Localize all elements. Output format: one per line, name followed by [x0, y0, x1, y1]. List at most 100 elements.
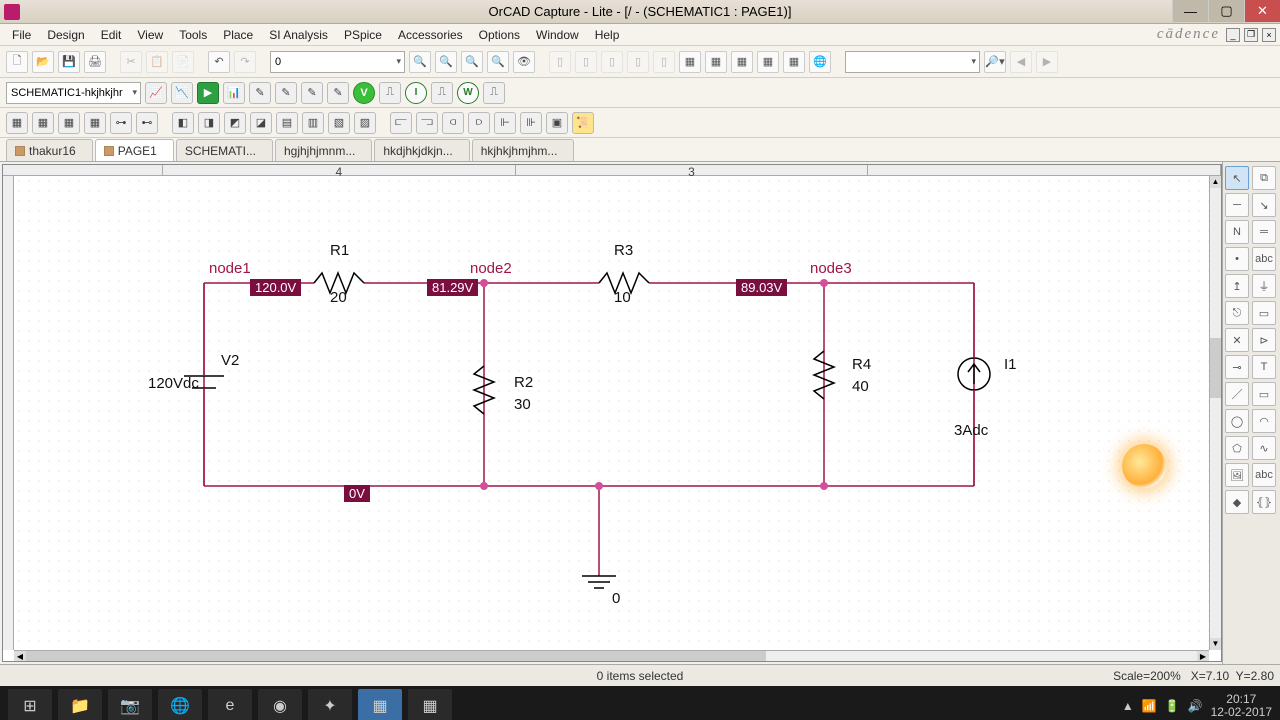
voltage-badge-gnd[interactable]: 0V	[344, 485, 370, 502]
dt3[interactable]: ▦	[58, 112, 80, 134]
place-busentry-button[interactable]: abc	[1252, 247, 1276, 271]
mdi-restore-button[interactable]: ❐	[1244, 28, 1258, 42]
horizontal-scrollbar[interactable]: ◀ ▶	[14, 650, 1209, 661]
menu-accessories[interactable]: Accessories	[390, 26, 471, 44]
bias-w2-button[interactable]: ⎍	[483, 82, 505, 104]
voltage-badge-node3[interactable]: 89.03V	[736, 279, 787, 296]
run-button[interactable]: ▶	[197, 82, 219, 104]
tab-hgj[interactable]: hgjhjhjmnm...	[275, 139, 372, 161]
copy-button[interactable]: 📋	[146, 51, 168, 73]
eye-icon[interactable]: 👁	[513, 51, 535, 73]
search-combo[interactable]	[845, 51, 980, 73]
net-label-node3[interactable]: node3	[810, 260, 852, 277]
cut-button[interactable]: ✂	[120, 51, 142, 73]
tool-e-button[interactable]: ▯	[653, 51, 675, 73]
dt6[interactable]: ⊷	[136, 112, 158, 134]
place-power-button[interactable]: ↥	[1225, 274, 1249, 298]
menu-file[interactable]: File	[4, 26, 39, 44]
comp-value-r3[interactable]: 10	[614, 289, 631, 306]
place-line-button[interactable]: ／	[1225, 382, 1249, 406]
dt15[interactable]: ⫍	[390, 112, 412, 134]
menu-design[interactable]: Design	[39, 26, 92, 44]
palette-more2-button[interactable]: ⦃⦄	[1252, 490, 1276, 514]
explorer-icon[interactable]: 📁	[58, 689, 102, 720]
place-netalias-button[interactable]: N	[1225, 220, 1249, 244]
select-tool-button[interactable]: ↖	[1225, 166, 1249, 190]
place-bezier-button[interactable]: ∿	[1252, 436, 1276, 460]
menu-pspice[interactable]: PSpice	[336, 26, 390, 44]
tool-f-button[interactable]: ▦	[679, 51, 701, 73]
place-bus-button[interactable]: ═	[1252, 220, 1276, 244]
marker-adv-button[interactable]: ✎	[327, 82, 349, 104]
dt21[interactable]: ▣	[546, 112, 568, 134]
redo-button[interactable]: ↷	[234, 51, 256, 73]
tool-a-button[interactable]: ▯	[549, 51, 571, 73]
net-label-node1[interactable]: node1	[209, 260, 251, 277]
dt2[interactable]: ▦	[32, 112, 54, 134]
net-label-node2[interactable]: node2	[470, 260, 512, 277]
marker-w-button[interactable]: ✎	[301, 82, 323, 104]
voltage-badge-node1[interactable]: 120.0V	[250, 279, 301, 296]
minimize-button[interactable]: —	[1172, 0, 1208, 22]
dt11[interactable]: ▤	[276, 112, 298, 134]
comp-value-r1[interactable]: 20	[330, 289, 347, 306]
gnd-label[interactable]: 0	[612, 590, 620, 607]
zoom-fit-button[interactable]: 🔍	[487, 51, 509, 73]
maximize-button[interactable]: ▢	[1208, 0, 1244, 22]
zoom-combo[interactable]: 0	[270, 51, 405, 73]
app3-icon[interactable]: ▦	[408, 689, 452, 720]
dt9[interactable]: ◩	[224, 112, 246, 134]
comp-value-r2[interactable]: 30	[514, 396, 531, 413]
menu-options[interactable]: Options	[471, 26, 528, 44]
chrome-icon[interactable]: ◉	[258, 689, 302, 720]
bias-i2-button[interactable]: ⎍	[431, 82, 453, 104]
zoom-in-button[interactable]: 🔍	[409, 51, 431, 73]
comp-label-r4[interactable]: R4	[852, 356, 871, 373]
voltage-badge-node2[interactable]: 81.29V	[427, 279, 478, 296]
tab-hkd[interactable]: hkdjhkjdkjn...	[374, 139, 469, 161]
comp-label-v2[interactable]: V2	[221, 352, 239, 369]
tool-c-button[interactable]: ▯	[601, 51, 623, 73]
open-button[interactable]: 📂	[32, 51, 54, 73]
view-results-button[interactable]: 📊	[223, 82, 245, 104]
menu-place[interactable]: Place	[215, 26, 261, 44]
place-pin-button[interactable]: ⊸	[1225, 355, 1249, 379]
zoom-out-button[interactable]: 🔍	[435, 51, 457, 73]
dt12[interactable]: ▥	[302, 112, 324, 134]
place-hier-button[interactable]: ▭	[1252, 301, 1276, 325]
place-part-button[interactable]: ⧉	[1252, 166, 1276, 190]
place-port-button[interactable]: ⊳	[1252, 328, 1276, 352]
comp-label-r1[interactable]: R1	[330, 242, 349, 259]
tool-j-button[interactable]: ▦	[783, 51, 805, 73]
place-pic-button[interactable]: 🖼	[1225, 463, 1249, 487]
tool-d-button[interactable]: ▯	[627, 51, 649, 73]
annotate-button[interactable]: 📜	[572, 112, 594, 134]
comp-label-i1[interactable]: I1	[1004, 356, 1017, 373]
menu-view[interactable]: View	[129, 26, 171, 44]
system-tray[interactable]: ▲ 📶 🔋 🔊 20:17 12-02-2017	[1122, 693, 1272, 719]
marker-v-button[interactable]: ✎	[249, 82, 271, 104]
scroll-right-button[interactable]: ▶	[1197, 651, 1209, 661]
help-glob-button[interactable]: 🌐	[809, 51, 831, 73]
menu-window[interactable]: Window	[528, 26, 587, 44]
place-arc-button[interactable]: ◠	[1252, 409, 1276, 433]
close-button[interactable]: ✕	[1244, 0, 1280, 22]
tab-hkj[interactable]: hkjhkjhmjhm...	[472, 139, 575, 161]
tool-g-button[interactable]: ▦	[705, 51, 727, 73]
comp-value-v2[interactable]: 120Vdc	[148, 375, 199, 392]
print-button[interactable]: 🖨	[84, 51, 106, 73]
palette-more-button[interactable]: ◆	[1225, 490, 1249, 514]
comp-label-r3[interactable]: R3	[614, 242, 633, 259]
app1-icon[interactable]: 🌐	[158, 689, 202, 720]
tool-h-button[interactable]: ▦	[731, 51, 753, 73]
tray-vol-icon[interactable]: 🔊	[1188, 699, 1203, 713]
vertical-scrollbar[interactable]: ▲ ▼	[1209, 176, 1221, 650]
tab-thakur16[interactable]: thakur16	[6, 139, 93, 161]
dt17[interactable]: ⫏	[442, 112, 464, 134]
dt1[interactable]: ▦	[6, 112, 28, 134]
tray-net-icon[interactable]: 📶	[1142, 699, 1157, 713]
clock[interactable]: 20:17 12-02-2017	[1211, 693, 1272, 719]
marker-i-button[interactable]: ✎	[275, 82, 297, 104]
scroll-thumb[interactable]	[26, 651, 766, 661]
dt8[interactable]: ◨	[198, 112, 220, 134]
